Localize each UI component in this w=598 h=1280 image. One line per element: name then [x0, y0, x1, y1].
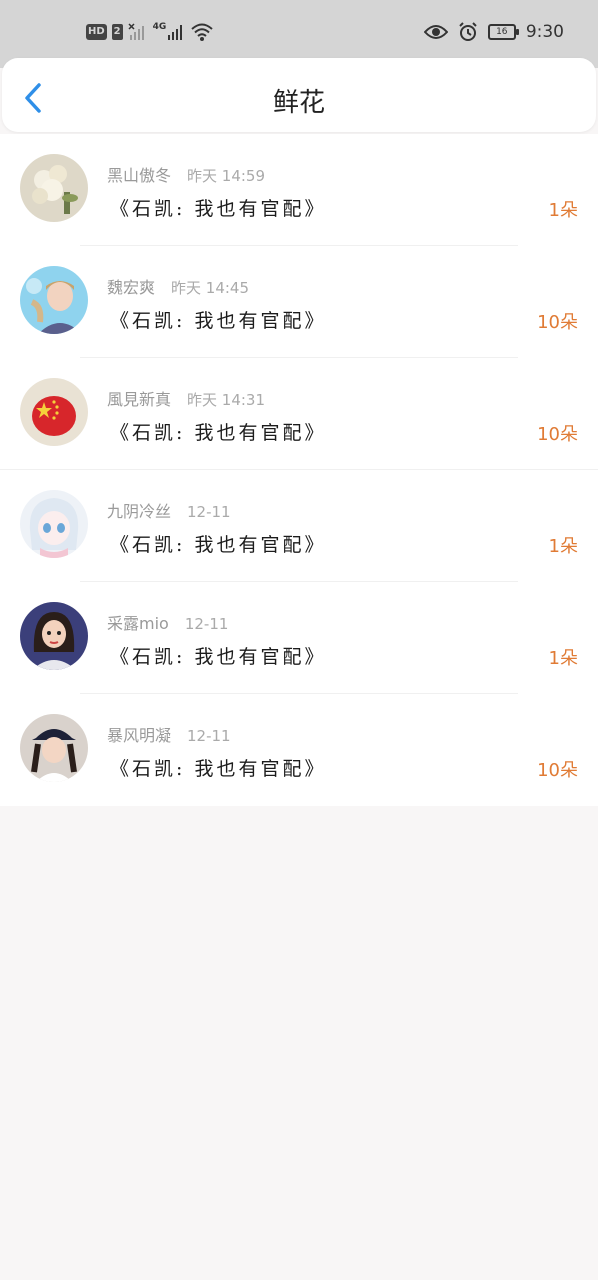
avatar[interactable]: [20, 378, 88, 446]
sim-icon: 2: [111, 24, 123, 40]
list-item[interactable]: 采露mio 12-11 《石凯: 我也有官配》 1朵: [0, 582, 598, 694]
item-meta: 九阴冷丝 12-11: [107, 498, 231, 522]
item-meta: 暴风明凝 12-11: [107, 722, 231, 746]
item-message: 《石凯: 我也有官配》: [110, 198, 327, 220]
avatar[interactable]: [20, 266, 88, 334]
item-message: 《石凯: 我也有官配》: [110, 534, 327, 556]
network-type-label: 4G: [152, 22, 167, 32]
page-title: 鲜花: [272, 88, 325, 118]
china-flag-avatar: [20, 378, 88, 446]
flower-list: 黑山傲冬 昨天 14:59 《石凯: 我也有官配》 1朵 魏宏爽 昨天 14:45 …: [0, 134, 598, 806]
app-header: 鲜花: [2, 58, 596, 132]
anime-girl-avatar: [20, 490, 88, 558]
item-time: 昨天 14:59: [187, 167, 266, 185]
signal-icon-no-service: [128, 23, 144, 40]
list-item[interactable]: 黑山傲冬 昨天 14:59 《石凯: 我也有官配》 1朵: [0, 134, 598, 246]
item-time: 昨天 14:31: [187, 391, 266, 409]
item-time: 12-11: [187, 727, 231, 745]
flower-count: 1朵: [548, 536, 578, 557]
flower-count: 1朵: [548, 648, 578, 669]
item-message: 《石凯: 我也有官配》: [110, 310, 327, 332]
list-item[interactable]: 暴风明凝 12-11 《石凯: 我也有官配》 10朵: [0, 694, 598, 806]
item-message: 《石凯: 我也有官配》: [110, 646, 327, 668]
signal-icon: [168, 25, 183, 40]
wifi-icon: [191, 23, 213, 41]
girl-cap-photo-avatar: [20, 714, 88, 782]
list-item[interactable]: 風見新真 昨天 14:31 《石凯: 我也有官配》 10朵: [0, 358, 598, 470]
flower-count: 10朵: [537, 760, 578, 781]
sender-name[interactable]: 九阴冷丝: [107, 502, 171, 521]
flower-count: 10朵: [537, 424, 578, 445]
sender-name[interactable]: 暴风明凝: [107, 726, 171, 745]
sender-name[interactable]: 風見新真: [107, 390, 171, 409]
cartoon-woman-avatar: [20, 602, 88, 670]
item-meta: 魏宏爽 昨天 14:45: [107, 274, 249, 298]
eye-icon: [423, 25, 448, 39]
item-meta: 采露mio 12-11: [107, 610, 228, 634]
item-time: 12-11: [187, 503, 231, 521]
battery-icon: 16: [487, 24, 519, 40]
list-item[interactable]: 九阴冷丝 12-11 《石凯: 我也有官配》 1朵: [0, 470, 598, 582]
boy-photo-avatar: [20, 266, 88, 334]
status-right: 16 9:30: [423, 22, 564, 42]
item-meta: 黑山傲冬 昨天 14:59: [107, 162, 265, 186]
avatar[interactable]: [20, 602, 88, 670]
flower-count: 10朵: [537, 312, 578, 333]
sender-name[interactable]: 黑山傲冬: [107, 166, 171, 185]
item-message: 《石凯: 我也有官配》: [110, 422, 327, 444]
avatar[interactable]: [20, 490, 88, 558]
alarm-icon: [459, 22, 477, 41]
status-left: HD 2 4G: [86, 22, 214, 42]
avatar[interactable]: [20, 714, 88, 782]
sender-name[interactable]: 魏宏爽: [107, 278, 155, 297]
item-time: 昨天 14:45: [171, 279, 250, 297]
item-time: 12-11: [184, 615, 229, 633]
flower-count: 1朵: [548, 200, 578, 221]
item-meta: 風見新真 昨天 14:31: [107, 386, 265, 410]
clock: 9:30: [525, 22, 564, 42]
flower-photo-avatar: [20, 154, 88, 222]
sender-name[interactable]: 采露mio: [107, 614, 169, 633]
avatar[interactable]: [20, 154, 88, 222]
list-item[interactable]: 魏宏爽 昨天 14:45 《石凯: 我也有官配》 10朵: [0, 246, 598, 358]
item-message: 《石凯: 我也有官配》: [110, 758, 327, 780]
hd-icon: HD: [86, 24, 107, 40]
